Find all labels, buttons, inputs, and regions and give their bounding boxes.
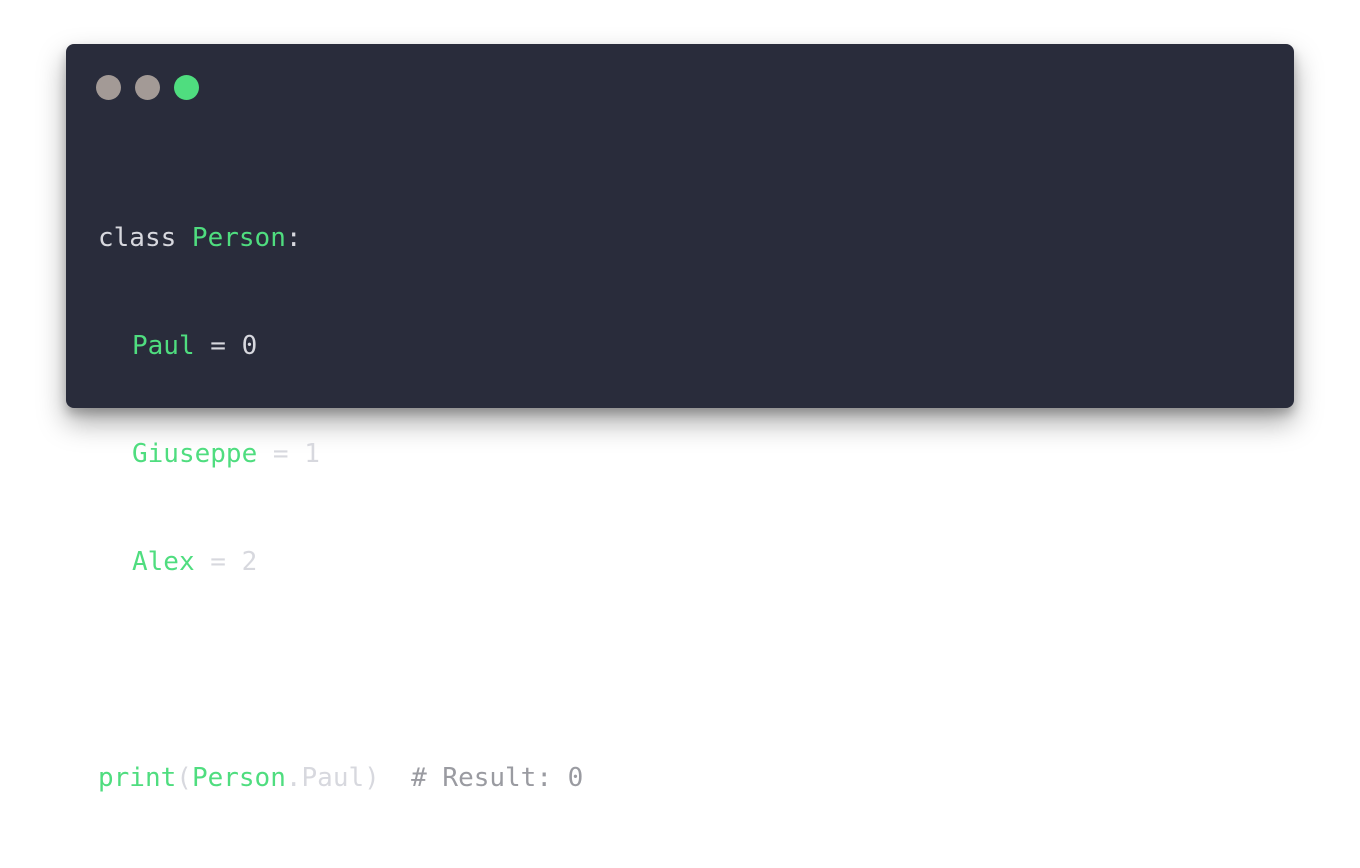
assign-giuseppe: = 1 [257,439,320,469]
code-block: class Person: Paul = 0 Giuseppe = 1 Alex… [98,148,583,868]
window-dot-2-icon[interactable] [135,75,160,100]
class-name: Person [191,223,286,253]
code-line-3: Giuseppe = 1 [98,436,583,472]
assign-alex: = 2 [194,547,258,577]
print-attr: Paul [301,763,365,793]
print-func: print [98,763,177,793]
window-dot-3-icon[interactable] [174,75,199,100]
open-paren: ( [176,763,192,793]
attr-alex: Alex [132,547,195,577]
code-line-4: Alex = 2 [98,544,583,580]
print-object: Person [191,763,286,793]
result-comment: # Result: 0 [411,763,584,793]
dot-operator: . [285,763,302,793]
assign-paul: = 0 [194,331,258,361]
code-window: class Person: Paul = 0 Giuseppe = 1 Alex… [66,44,1294,793]
attr-giuseppe: Giuseppe [132,439,258,469]
keyword-class: class [98,223,192,253]
code-line-1: class Person: [98,220,583,256]
window-controls [96,75,199,100]
colon: : [285,223,302,253]
code-line-2: Paul = 0 [98,328,583,364]
attr-paul: Paul [132,331,195,361]
close-paren: ) [364,763,380,793]
window-dot-1-icon[interactable] [96,75,121,100]
code-line-6: print(Person.Paul) # Result: 0 [98,760,583,796]
